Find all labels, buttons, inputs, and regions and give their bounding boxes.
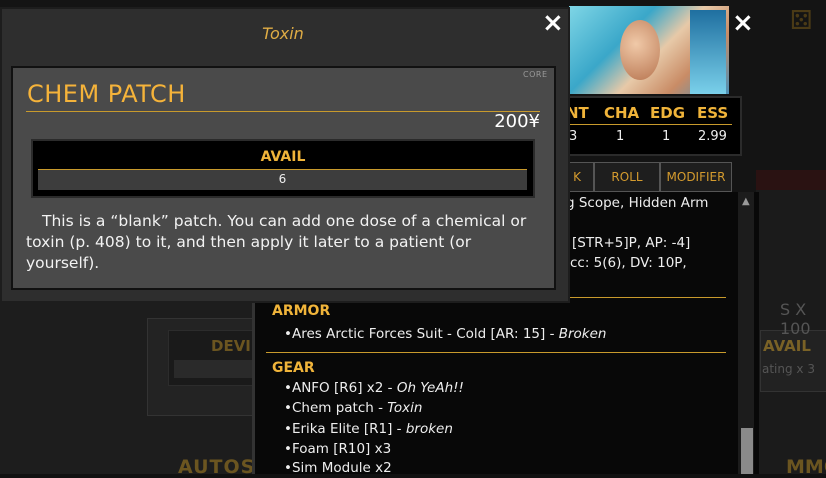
stat-value-int: 3 — [569, 129, 578, 144]
list-item: •Ares Arctic Forces Suit - Cold [AR: 15]… — [284, 326, 607, 342]
device-label: DEVI — [211, 337, 251, 355]
list-item-text: •Foam [R10] x3 — [284, 441, 392, 457]
stat-value-ess: 2.99 — [698, 129, 727, 144]
section-divider — [266, 352, 726, 353]
portrait-hair — [690, 10, 726, 94]
device-field — [174, 360, 258, 378]
modal-close-icon[interactable]: × — [542, 8, 564, 38]
avail-label: AVAIL — [260, 149, 306, 165]
ammo-label: MMON — [786, 456, 826, 478]
modifier-button[interactable]: MODIFIER — [660, 162, 732, 192]
roll-button[interactable]: ROLL — [594, 162, 660, 192]
list-item-text: •Erika Elite [R1] - — [284, 421, 406, 437]
modal-title: Toxin — [262, 24, 304, 43]
stat-value-cha: 1 — [616, 129, 625, 144]
weapon-line: cc: 5(6), DV: 10P, — [570, 255, 687, 271]
weapon-line: g Scope, Hidden Arm — [566, 195, 709, 211]
weapon-line: [STR+5]P, AP: -4] — [572, 235, 691, 251]
list-item-text: •ANFO [R6] x2 - — [284, 380, 397, 396]
source-tag: CORE — [523, 70, 548, 79]
stat-label-ess: ESS — [697, 104, 729, 122]
list-item-note: broken — [405, 421, 453, 437]
gear-heading: GEAR — [272, 360, 315, 376]
scroll-up-icon[interactable]: ▲ — [742, 196, 750, 207]
list-item: •Chem patch - Toxin — [284, 400, 422, 416]
avail-value: 6 — [278, 172, 287, 186]
stat-label-edg: EDG — [650, 104, 686, 122]
autos-label: AUTOS — [178, 456, 256, 478]
title-underline — [26, 111, 540, 112]
item-price: 200¥ — [494, 111, 540, 132]
list-item-note: Oh YeAh!! — [396, 380, 464, 396]
armor-heading: ARMOR — [272, 303, 331, 319]
dice-icon[interactable]: ⚄ — [790, 6, 820, 36]
list-item: •Foam [R10] x3 — [284, 441, 391, 457]
item-description: This is a “blank” patch. You can add one… — [26, 212, 527, 272]
stat-label-cha: CHA — [604, 104, 640, 122]
list-item-note: Broken — [558, 326, 607, 342]
portrait-ear — [620, 20, 660, 80]
rating-label: ating x 3 — [762, 362, 815, 376]
card-close-icon[interactable]: × — [732, 8, 754, 38]
scrollbar-thumb[interactable] — [741, 428, 753, 474]
list-item-text: •Chem patch - — [284, 400, 388, 416]
stat-value-edg: 1 — [662, 129, 671, 144]
list-item: •Erika Elite [R1] - broken — [284, 421, 453, 437]
gs-label: S X 100 — [780, 300, 811, 338]
list-item: •ANFO [R6] x2 - Oh YeAh!! — [284, 380, 464, 396]
item-name: CHEM PATCH — [27, 80, 186, 108]
right-avail-label: AVAIL — [763, 337, 811, 355]
list-item-text: •Ares Arctic Forces Suit - Cold [AR: 15]… — [284, 326, 559, 342]
list-item-note: Toxin — [387, 400, 423, 416]
